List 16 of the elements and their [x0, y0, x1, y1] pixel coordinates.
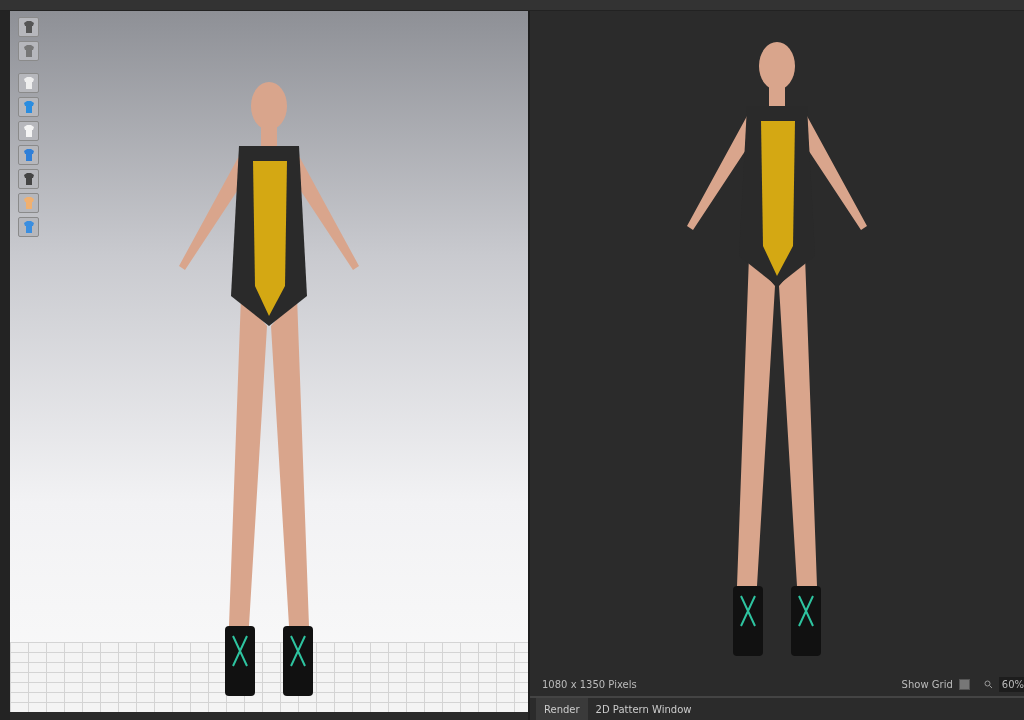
tool-button[interactable] [18, 169, 39, 189]
show-grid-checkbox[interactable] [958, 678, 970, 690]
zoom-field[interactable]: 60% [998, 676, 1024, 692]
tool-button[interactable] [18, 41, 39, 61]
shirt-icon [21, 44, 36, 58]
tab[interactable]: Render [536, 698, 588, 720]
garment-icon [21, 20, 36, 34]
resolution-label: 1080 x 1350 Pixels [542, 678, 637, 690]
tool-button[interactable] [18, 145, 39, 165]
tool-button[interactable] [18, 73, 39, 93]
tool-button[interactable] [18, 17, 39, 37]
garment-icon [21, 76, 36, 90]
tool-button[interactable] [18, 121, 39, 141]
show-grid-label: Show Grid [901, 678, 953, 690]
search-icon [983, 679, 993, 689]
tab[interactable]: 2D Pattern Window [587, 698, 700, 720]
